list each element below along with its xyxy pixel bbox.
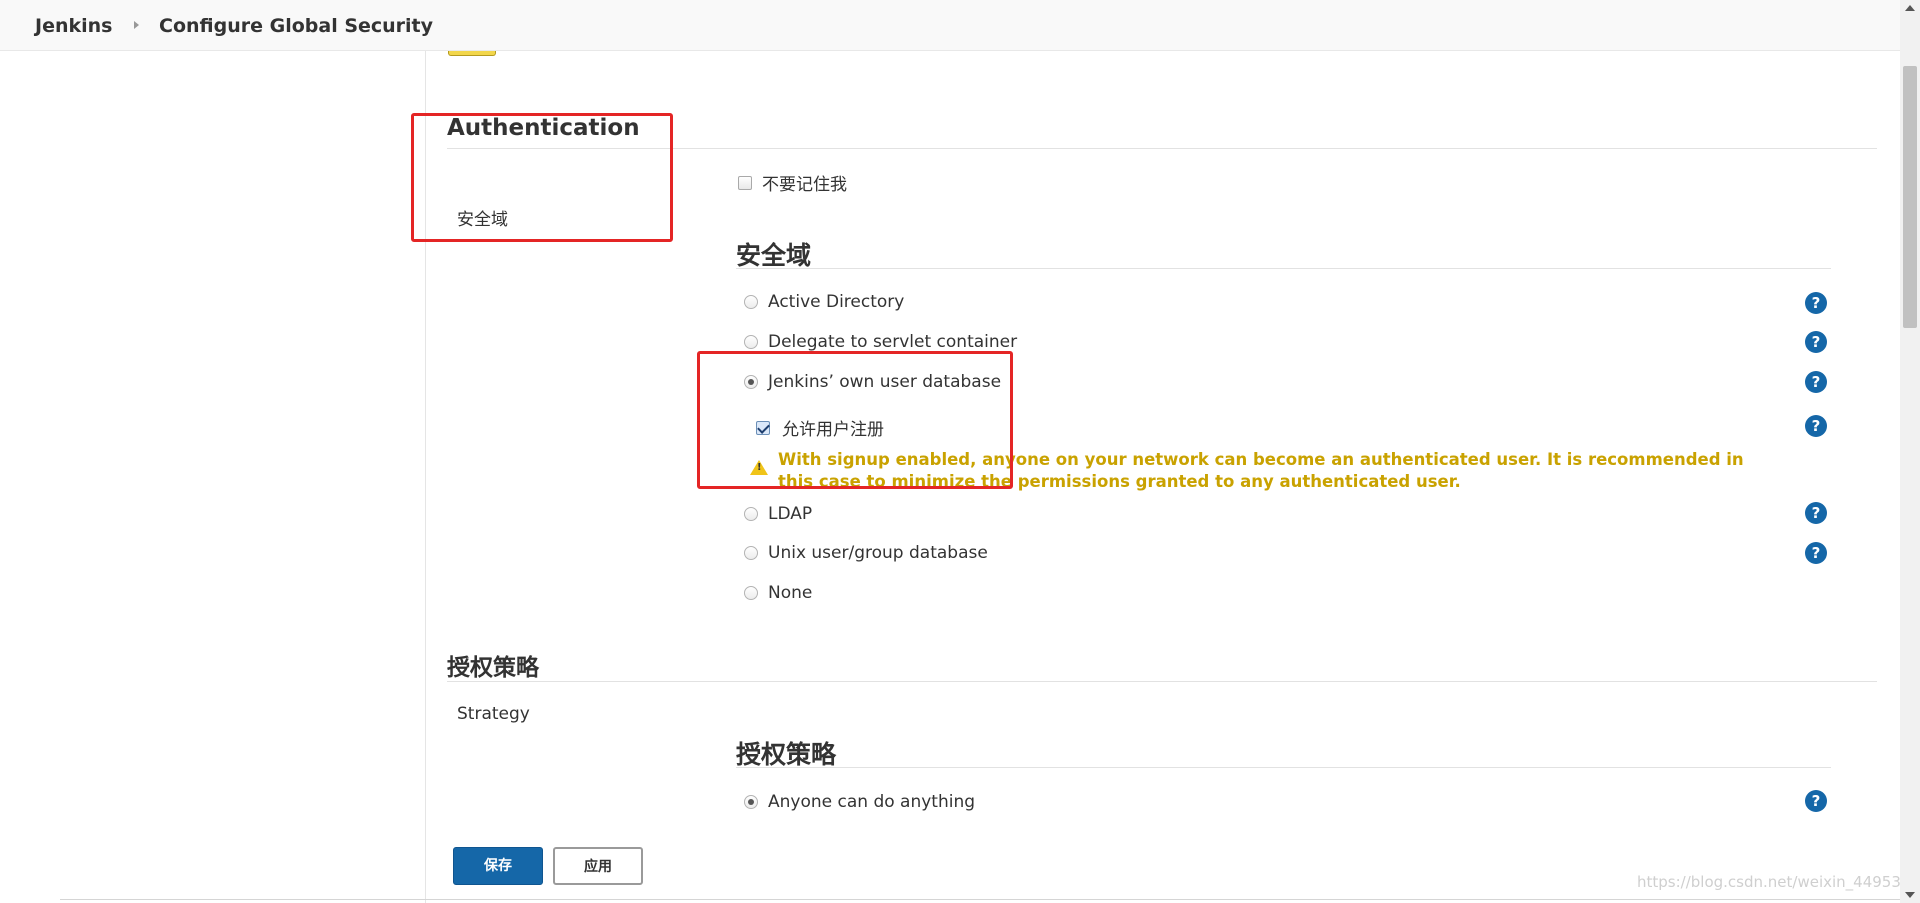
allow-signup-row[interactable]: 允许用户注册 [756,415,884,440]
option-label: Jenkins’ own user database [768,372,1002,392]
scrollbar-thumb[interactable] [1903,66,1917,328]
authentication-heading: Authentication [447,115,640,141]
breadcrumb: Jenkins Configure Global Security [0,0,1900,51]
scroll-up-arrow-icon[interactable] [1905,5,1915,11]
radio-servlet-container[interactable] [744,335,758,349]
option-label: Anyone can do anything [768,792,976,812]
help-icon[interactable]: ? [1805,371,1827,393]
help-icon[interactable]: ? [1805,502,1827,524]
option-label: LDAP [768,504,813,524]
help-icon[interactable]: ? [1805,331,1827,353]
option-label: Delegate to servlet container [768,332,1018,352]
warning-icon [750,460,768,475]
realm-option-unix[interactable]: Unix user/group database [744,543,988,563]
page-bottom-divider [60,899,1900,900]
radio-active-directory[interactable] [744,295,758,309]
breadcrumb-current[interactable]: Configure Global Security [159,15,433,37]
watermark-text: https://blog.csdn.net/weixin_44953658 [1637,873,1920,891]
subsection-divider [736,268,1831,269]
chevron-right-icon [134,21,139,29]
security-realm-label: 安全域 [457,210,508,230]
warning-text: With signup enabled, anyone on your netw… [778,450,1744,491]
radio-ldap[interactable] [744,507,758,521]
section-divider [447,681,1877,682]
radio-jenkins-user-database[interactable] [744,375,758,389]
remember-me-checkbox[interactable] [738,175,752,190]
realm-option-ldap[interactable]: LDAP [744,504,812,524]
realm-option-servlet[interactable]: Delegate to servlet container [744,332,1017,352]
allow-signup-checkbox[interactable] [756,420,770,435]
authorization-option-anyone[interactable]: Anyone can do anything [744,792,975,812]
option-label: Active Directory [768,292,905,312]
help-icon[interactable]: ? [1805,292,1827,314]
radio-anyone-can-do-anything[interactable] [744,795,758,809]
apply-button[interactable]: 应用 [553,847,643,885]
remember-me-row[interactable]: 不要记住我 [738,170,847,195]
option-label: Unix user/group database [768,543,988,563]
realm-option-jenkins-db[interactable]: Jenkins’ own user database [744,372,1001,392]
allow-signup-label: 允许用户注册 [782,420,884,440]
authorization-heading: 授权策略 [447,655,539,681]
save-button[interactable]: 保存 [453,847,543,885]
option-label: None [768,583,813,603]
subsection-divider [736,767,1831,768]
section-divider [447,148,1877,149]
vertical-scrollbar[interactable] [1900,0,1920,903]
scroll-down-arrow-icon[interactable] [1905,892,1915,898]
authorization-subheading: 授权策略 [736,740,837,769]
security-realm-heading: 安全域 [736,241,812,270]
remember-me-label: 不要记住我 [762,175,847,195]
main-panel-border [425,51,426,903]
realm-option-none[interactable]: None [744,583,812,603]
radio-none[interactable] [744,586,758,600]
help-icon[interactable]: ? [1805,542,1827,564]
help-icon[interactable]: ? [1805,415,1827,437]
signup-warning: With signup enabled, anyone on your netw… [750,449,1750,493]
strategy-label: Strategy [457,704,530,724]
breadcrumb-home-link[interactable]: Jenkins [35,15,112,37]
realm-option-active-directory[interactable]: Active Directory [744,292,904,312]
radio-unix-database[interactable] [744,546,758,560]
help-icon[interactable]: ? [1805,790,1827,812]
